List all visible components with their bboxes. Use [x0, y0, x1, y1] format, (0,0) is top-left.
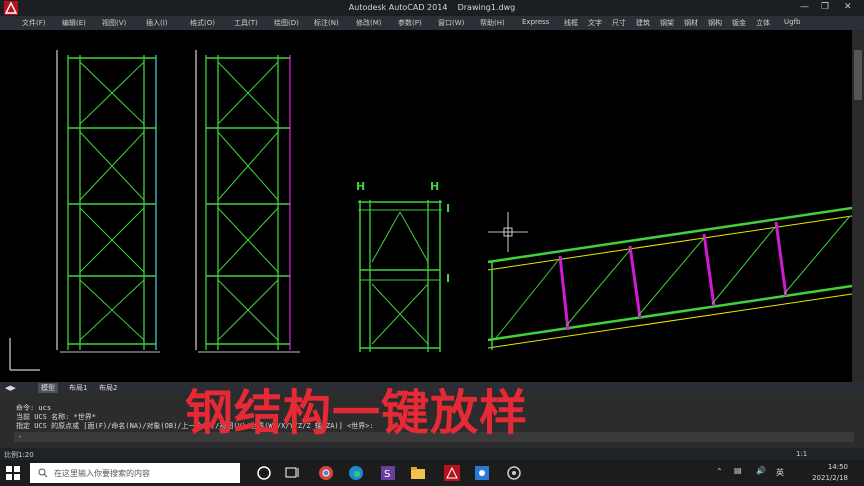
steel-frame-section [358, 200, 442, 352]
task-view-icon[interactable] [284, 465, 300, 481]
menu-item-insert[interactable]: 插入(I) [146, 18, 168, 28]
app-icon-blue[interactable] [474, 465, 490, 481]
marker-i-bottom: I [446, 272, 450, 285]
scale-indicator[interactable]: 比例1:20 [4, 450, 34, 460]
windows-start-icon[interactable] [6, 466, 20, 480]
restore-icon[interactable]: ❐ [821, 2, 829, 12]
menu-item-help[interactable]: 帮助(H) [480, 18, 505, 28]
crosshair-cursor [488, 212, 528, 252]
menu-item-tools[interactable]: 工具(T) [234, 18, 258, 28]
status-bar: 比例1:20 1:1 [0, 448, 864, 460]
vertical-scrollbar[interactable] [852, 30, 864, 382]
menu-item-window[interactable]: 窗口(W) [438, 18, 464, 28]
app-icon-circle[interactable] [506, 465, 522, 481]
menu-item-architecture[interactable]: 建筑 [636, 18, 650, 28]
menu-item-steel-frame[interactable]: 钢架 [660, 18, 674, 28]
drawing-canvas[interactable]: H H I I [0, 30, 853, 382]
menu-item-steel-structure[interactable]: 钢构 [708, 18, 722, 28]
menu-item-dimension[interactable]: 标注(N) [314, 18, 339, 28]
ucs-icon [9, 338, 40, 371]
taskbar-search-box[interactable]: 在这里输入你要搜索的内容 [30, 463, 240, 483]
clock-date: 2021/2/18 [812, 474, 848, 482]
scroll-thumb[interactable] [854, 50, 862, 100]
app-name: Autodesk AutoCAD 2014 [348, 3, 448, 12]
input-language[interactable]: 英 [776, 467, 784, 478]
tab-model[interactable]: 模型 [38, 383, 58, 393]
clock-time: 14:50 [827, 463, 848, 471]
menu-item-view[interactable]: 视图(V) [102, 18, 126, 28]
drawing-svg: H H I I [9, 50, 853, 371]
menu-item-format[interactable]: 格式(O) [190, 18, 215, 28]
svg-text:S: S [384, 469, 390, 480]
menu-item-draw[interactable]: 绘图(D) [274, 18, 299, 28]
menu-item-ugfb[interactable]: Ugfb [784, 18, 800, 26]
minimize-icon[interactable]: — [800, 2, 809, 12]
network-icon[interactable]: ▤ [734, 466, 742, 475]
menu-item-parametric[interactable]: 参数(P) [398, 18, 422, 28]
marker-i-top: I [446, 202, 450, 215]
search-placeholder: 在这里输入你要搜索的内容 [54, 469, 150, 478]
chrome-icon[interactable] [318, 465, 334, 481]
window-title: Autodesk AutoCAD 2014 Drawing1.dwg [0, 3, 864, 12]
autocad-window: Autodesk AutoCAD 2014 Drawing1.dwg — ❐ ✕… [0, 0, 864, 486]
autocad-taskbar-icon[interactable] [444, 465, 460, 481]
menu-item-express[interactable]: Express [522, 18, 549, 26]
edge-icon[interactable] [348, 465, 364, 481]
menu-item-wireframe[interactable]: 线框 [564, 18, 578, 28]
inclined-truss [487, 206, 853, 350]
cortana-icon[interactable] [256, 465, 272, 481]
menu-bar: 文件(F) 编辑(E) 视图(V) 插入(I) 格式(O) 工具(T) 绘图(D… [0, 16, 864, 30]
menu-item-file[interactable]: 文件(F) [22, 18, 46, 28]
menu-item-steel[interactable]: 钢材 [684, 18, 698, 28]
tray-chevron-icon[interactable]: ⌃ [716, 467, 723, 476]
marker-h-right: H [430, 180, 439, 193]
menu-item-edit[interactable]: 编辑(E) [62, 18, 86, 28]
close-icon[interactable]: ✕ [844, 2, 852, 12]
volume-icon[interactable]: 🔊 [756, 466, 766, 475]
search-icon [38, 468, 48, 478]
windows-taskbar: 在这里输入你要搜索的内容 S ⌃ ▤ 🔊 英 14:50 2021/2/18 [0, 460, 864, 486]
menu-item-size[interactable]: 尺寸 [612, 18, 626, 28]
menu-item-text[interactable]: 文字 [588, 18, 602, 28]
marker-h-left: H [356, 180, 365, 193]
file-explorer-icon[interactable] [410, 465, 426, 481]
command-prompt: - [18, 433, 23, 441]
tab-layout-2[interactable]: 布局2 [96, 383, 120, 393]
tab-layout-1[interactable]: 布局1 [66, 383, 90, 393]
steel-tower-1 [56, 50, 160, 353]
title-bar: Autodesk AutoCAD 2014 Drawing1.dwg — ❐ ✕ [0, 0, 864, 16]
taskbar-clock[interactable]: 14:50 2021/2/18 [812, 462, 848, 484]
menu-item-sheet-metal[interactable]: 钣金 [732, 18, 746, 28]
tab-prev-icon[interactable]: ◀▶ [2, 383, 19, 393]
menu-item-modify[interactable]: 修改(M) [356, 18, 382, 28]
annotation-scale[interactable]: 1:1 [796, 450, 807, 458]
document-name: Drawing1.dwg [457, 3, 516, 12]
steel-tower-2 [195, 50, 300, 353]
app-icon-s[interactable]: S [380, 465, 396, 481]
video-caption: 钢结构一键放样 [185, 385, 529, 441]
menu-item-solid[interactable]: 立体 [756, 18, 770, 28]
